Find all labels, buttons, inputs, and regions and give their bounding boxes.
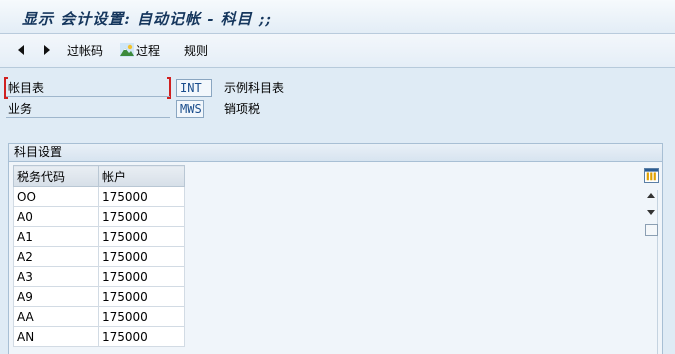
tax-code-cell[interactable]: A2 xyxy=(13,246,99,267)
posting-keys-button[interactable]: 过帐码 xyxy=(67,42,103,60)
table-row: A3 175000 xyxy=(13,266,185,287)
account-assignment-grid: 税务代码 帐户 OO 175000 A0 175000 A1 175000 A2… xyxy=(8,161,663,354)
column-header-account[interactable]: 帐户 xyxy=(98,165,185,187)
process-button-label[interactable]: 过程 xyxy=(136,42,160,60)
vertical-scrollbar[interactable] xyxy=(657,190,658,354)
tax-code-cell[interactable]: A1 xyxy=(13,226,99,247)
account-cell[interactable]: 175000 xyxy=(98,266,185,287)
transaction-description: 销项税 xyxy=(224,102,261,116)
chart-of-accounts-label: 帐目表 xyxy=(6,79,170,97)
table-row: A9 175000 xyxy=(13,286,185,307)
section-title: 科目设置 xyxy=(8,143,663,161)
table-row: OO 175000 xyxy=(13,186,185,207)
rules-button[interactable]: 规则 xyxy=(184,42,208,60)
transaction-field[interactable]: MWS xyxy=(176,100,204,118)
table-row: A0 175000 xyxy=(13,206,185,227)
tax-code-cell[interactable]: A0 xyxy=(13,206,99,227)
process-mountain-icon[interactable] xyxy=(120,43,134,57)
forward-arrow-icon[interactable] xyxy=(44,45,50,55)
scroll-down-icon[interactable] xyxy=(647,210,655,215)
tax-code-cell[interactable]: A3 xyxy=(13,266,99,287)
scrollbar-thumb[interactable] xyxy=(645,224,658,236)
account-table: 税务代码 帐户 OO 175000 A0 175000 A1 175000 A2… xyxy=(13,165,185,347)
tax-code-cell[interactable]: AN xyxy=(13,326,99,347)
application-toolbar: 过帐码 过程 规则 xyxy=(0,34,675,68)
tax-code-cell[interactable]: A9 xyxy=(13,286,99,307)
account-cell[interactable]: 175000 xyxy=(98,286,185,307)
table-row: A1 175000 xyxy=(13,226,185,247)
back-arrow-icon[interactable] xyxy=(18,45,24,55)
tax-code-cell[interactable]: OO xyxy=(13,186,99,207)
chart-of-accounts-field[interactable]: INT xyxy=(176,79,212,97)
transaction-label: 业务 xyxy=(6,100,170,118)
account-cell[interactable]: 175000 xyxy=(98,326,185,347)
account-cell[interactable]: 175000 xyxy=(98,186,185,207)
account-cell[interactable]: 175000 xyxy=(98,246,185,267)
scroll-up-icon[interactable] xyxy=(647,193,655,198)
chart-of-accounts-description: 示例科目表 xyxy=(224,81,285,95)
account-cell[interactable]: 175000 xyxy=(98,206,185,227)
table-row: AN 175000 xyxy=(13,326,185,347)
account-cell[interactable]: 175000 xyxy=(98,226,185,247)
table-row: A2 175000 xyxy=(13,246,185,267)
table-settings-icon[interactable] xyxy=(644,168,659,183)
table-header-row: 税务代码 帐户 xyxy=(13,165,185,187)
title-bar: 显示 会计设置: 自动记帐 - 科目 ;; xyxy=(0,0,675,34)
table-row: AA 175000 xyxy=(13,306,185,327)
window-title: 显示 会计设置: 自动记帐 - 科目 ;; xyxy=(22,10,272,28)
column-header-tax-code[interactable]: 税务代码 xyxy=(13,165,99,187)
tax-code-cell[interactable]: AA xyxy=(13,306,99,327)
account-cell[interactable]: 175000 xyxy=(98,306,185,327)
